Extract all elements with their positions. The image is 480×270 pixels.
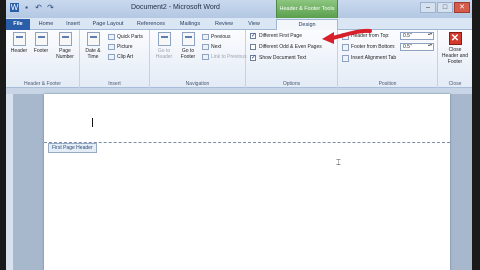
goto-header-label: Go to Header <box>155 48 173 60</box>
close-header-footer-button[interactable]: ✕ Close Header and Footer <box>440 32 470 65</box>
tab-view[interactable]: View <box>244 19 264 30</box>
next-icon <box>202 44 209 50</box>
quick-parts-label: Quick Parts <box>117 34 143 40</box>
footer-icon <box>34 32 48 46</box>
calendar-icon <box>86 32 100 46</box>
goto-footer-icon <box>181 32 195 46</box>
close-window-button[interactable]: ✕ <box>454 2 470 13</box>
context-tool-header: Header & Footer Tools <box>276 0 338 18</box>
previous-button[interactable]: Previous <box>202 33 230 41</box>
alignment-tab-icon <box>342 55 349 62</box>
clip-art-icon <box>108 54 115 60</box>
header-from-top-spinner[interactable]: 0.5" <box>400 32 434 40</box>
group-close: ✕ Close Header and Footer Close <box>438 30 472 88</box>
show-document-text-label: Show Document Text <box>259 55 307 61</box>
goto-header-button[interactable]: Go to Header <box>152 32 176 60</box>
ibeam-cursor-icon: ⌶ <box>336 158 341 167</box>
header-icon <box>12 32 26 46</box>
picture-button[interactable]: Picture <box>108 43 133 51</box>
group-label-header-footer: Header & Footer <box>24 81 61 87</box>
quick-parts-icon <box>108 34 115 40</box>
picture-label: Picture <box>117 44 133 50</box>
group-label-insert: Insert <box>108 81 121 87</box>
document-page[interactable]: First Page Header ⌶ <box>44 94 450 270</box>
insert-alignment-tab-label: Insert Alignment Tab <box>351 55 397 61</box>
different-first-page-label: Different First Page <box>259 33 302 39</box>
word-app-icon[interactable]: W <box>10 3 19 12</box>
tab-home[interactable]: Home <box>36 19 56 30</box>
ribbon-tabs: File Home Insert Page Layout References … <box>6 18 472 31</box>
right-bezel <box>472 0 480 270</box>
title-bar: W ▪ ↶ ↷ Document2 - Microsoft Word Heade… <box>6 0 472 18</box>
ribbon: Header Footer Page Number Header & Foote… <box>6 30 472 88</box>
tab-insert[interactable]: Insert <box>62 19 84 30</box>
minimize-button[interactable]: – <box>420 2 436 13</box>
text-caret <box>92 118 93 127</box>
header-button[interactable]: Header <box>8 32 30 54</box>
footer-button[interactable]: Footer <box>30 32 52 54</box>
tab-mailings[interactable]: Mailings <box>176 19 204 30</box>
show-document-text-box: ✓ <box>250 55 257 61</box>
different-odd-even-box <box>250 44 256 50</box>
quick-parts-button[interactable]: Quick Parts <box>108 33 143 41</box>
show-document-text-checkbox[interactable]: ✓ Show Document Text <box>250 54 306 62</box>
previous-icon <box>202 34 209 40</box>
goto-footer-button[interactable]: Go to Footer <box>176 32 200 60</box>
tab-references[interactable]: References <box>134 19 168 30</box>
next-button[interactable]: Next <box>202 43 221 51</box>
save-icon[interactable]: ▪ <box>22 3 31 12</box>
annotation-arrow-icon <box>322 28 372 44</box>
date-time-button[interactable]: Date & Time <box>82 32 104 60</box>
different-first-page-checkbox[interactable]: ✓ Different First Page <box>250 32 302 40</box>
goto-header-icon <box>157 32 171 46</box>
group-label-position: Position <box>378 81 397 87</box>
link-to-previous-label: Link to Previous <box>211 54 247 60</box>
close-header-footer-label: Close Header and Footer <box>441 47 469 65</box>
page-number-label: Page Number <box>56 48 74 60</box>
footer-from-bottom-spinner[interactable]: 0.5" <box>400 43 434 51</box>
goto-footer-label: Go to Footer <box>180 48 196 60</box>
undo-icon[interactable]: ↶ <box>34 3 43 12</box>
redo-icon[interactable]: ↷ <box>46 3 55 12</box>
link-icon <box>202 54 209 60</box>
group-label-close: Close <box>448 81 462 87</box>
group-label-options: Options <box>282 81 301 87</box>
different-odd-even-label: Different Odd & Even Pages <box>259 44 322 50</box>
group-header-footer: Header Footer Page Number Header & Foote… <box>6 30 80 88</box>
window-title: Document2 - Microsoft Word <box>131 4 220 11</box>
header-button-label: Header <box>10 48 28 54</box>
tab-page-layout[interactable]: Page Layout <box>90 19 126 30</box>
quick-access-toolbar: W ▪ ↶ ↷ <box>10 3 55 12</box>
next-label: Next <box>211 44 222 50</box>
group-navigation: Go to Header Go to Footer Previous Next … <box>150 30 247 88</box>
close-red-x-icon: ✕ <box>448 32 462 45</box>
group-label-navigation: Navigation <box>185 81 210 87</box>
clip-art-button[interactable]: Clip Art <box>108 53 133 61</box>
first-page-header-tag: First Page Header <box>48 143 97 153</box>
date-time-label: Date & Time <box>85 48 101 60</box>
insert-alignment-tab-button[interactable]: Insert Alignment Tab <box>342 54 396 63</box>
vertical-ruler <box>6 94 14 270</box>
clip-art-label: Clip Art <box>117 54 134 60</box>
tab-review[interactable]: Review <box>212 19 236 30</box>
group-insert: Date & Time Quick Parts Picture Clip Art… <box>80 30 150 88</box>
different-first-page-box: ✓ <box>250 33 257 39</box>
different-odd-even-checkbox[interactable]: Different Odd & Even Pages <box>250 43 322 51</box>
picture-icon <box>108 44 115 50</box>
link-to-previous-button[interactable]: Link to Previous <box>202 53 247 61</box>
tab-file[interactable]: File <box>6 19 30 30</box>
footer-button-label: Footer <box>33 48 49 54</box>
window-controls: – □ ✕ <box>420 2 470 13</box>
screen: W ▪ ↶ ↷ Document2 - Microsoft Word Heade… <box>0 0 480 270</box>
page-number-button[interactable]: Page Number <box>54 32 76 60</box>
maximize-button[interactable]: □ <box>437 2 453 13</box>
header-boundary-line <box>44 142 450 143</box>
page-number-icon <box>58 32 72 46</box>
previous-label: Previous <box>211 34 231 40</box>
